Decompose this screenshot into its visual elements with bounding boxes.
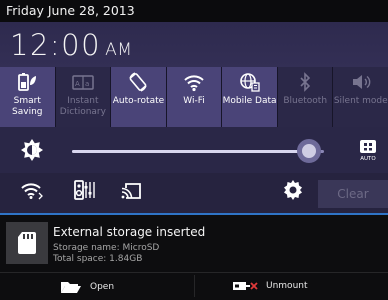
auto-brightness-button[interactable]: AUTO: [356, 138, 380, 162]
brightness-slider[interactable]: [72, 150, 324, 153]
unmount-label: Unmount: [266, 281, 308, 291]
speaker-icon: [333, 71, 388, 93]
quick-setting-bluetooth[interactable]: Bluetooth: [277, 67, 334, 127]
gear-icon: [284, 180, 302, 200]
screen-cast-button[interactable]: [120, 178, 144, 202]
notification-storage-name: Storage name: MicroSD: [53, 243, 160, 253]
clock-ampm: AM: [105, 40, 133, 60]
wifi-hotspot-icon: [21, 183, 43, 200]
settings-button[interactable]: [282, 178, 304, 202]
clock: 12:00 AM: [10, 28, 132, 62]
brightness-slider-fill: [72, 150, 309, 153]
quick-setting-label: Auto-rotate: [112, 96, 165, 106]
cast-icon: [121, 183, 141, 199]
quick-setting-auto-rotate[interactable]: Auto-rotate: [111, 67, 167, 127]
notification-title: External storage inserted: [53, 225, 206, 239]
quick-setting-label: Bluetooth: [283, 96, 328, 106]
quick-setting-label: Smart Saving: [12, 96, 43, 117]
quick-setting-smart-saving[interactable]: Smart Saving: [0, 67, 56, 127]
clock-time: 12:00: [10, 28, 102, 62]
open-button[interactable]: Open: [60, 280, 114, 294]
brightness-icon: [20, 138, 44, 166]
notification-accent: [0, 213, 388, 215]
quick-setting-label: Mobile Data: [222, 96, 277, 106]
notification-divider: [0, 272, 388, 273]
wifi-hotspot-button[interactable]: [20, 178, 44, 202]
auto-brightness-label: AUTO: [360, 156, 376, 162]
svg-text:a: a: [85, 80, 89, 88]
rotate-icon: [111, 71, 166, 93]
globe-data-icon: [222, 71, 277, 93]
battery-leaf-icon: [0, 71, 55, 93]
quick-setting-label: Wi-Fi: [183, 96, 205, 106]
quick-setting-label: Silent mode: [333, 96, 388, 106]
clock-area: 12:00 AM: [0, 22, 388, 67]
quick-settings: Smart Saving Aa Instant Dictionary Auto-…: [0, 67, 388, 127]
folder-open-icon: [61, 282, 81, 293]
svg-text:A: A: [75, 80, 80, 88]
quick-setting-mobile-data[interactable]: Mobile Data: [222, 67, 278, 127]
brightness-slider-thumb[interactable]: [296, 139, 321, 163]
unmount-icon: [233, 282, 258, 290]
quick-setting-label: Instant Dictionary: [59, 96, 106, 117]
audio-wizard-icon: [74, 180, 95, 200]
sd-card-icon: [6, 222, 48, 264]
status-date: Friday June 28, 2013: [0, 0, 388, 22]
bluetooth-icon: [278, 71, 333, 93]
auto-brightness-icon: AUTO: [360, 140, 376, 162]
clear-button[interactable]: Clear: [318, 180, 388, 208]
quick-setting-instant-dictionary[interactable]: Aa Instant Dictionary: [55, 67, 112, 127]
quick-setting-silent-mode[interactable]: Silent mode: [333, 67, 388, 127]
dictionary-icon: Aa: [56, 71, 111, 93]
open-label: Open: [90, 282, 115, 292]
unmount-button[interactable]: Unmount: [232, 280, 308, 292]
wifi-icon: [167, 71, 222, 93]
notification-total-space: Total space: 1.84GB: [53, 254, 143, 264]
quick-setting-wifi[interactable]: Wi-Fi: [166, 67, 223, 127]
audio-wizard-button[interactable]: [72, 178, 96, 202]
action-divider: [194, 275, 195, 297]
